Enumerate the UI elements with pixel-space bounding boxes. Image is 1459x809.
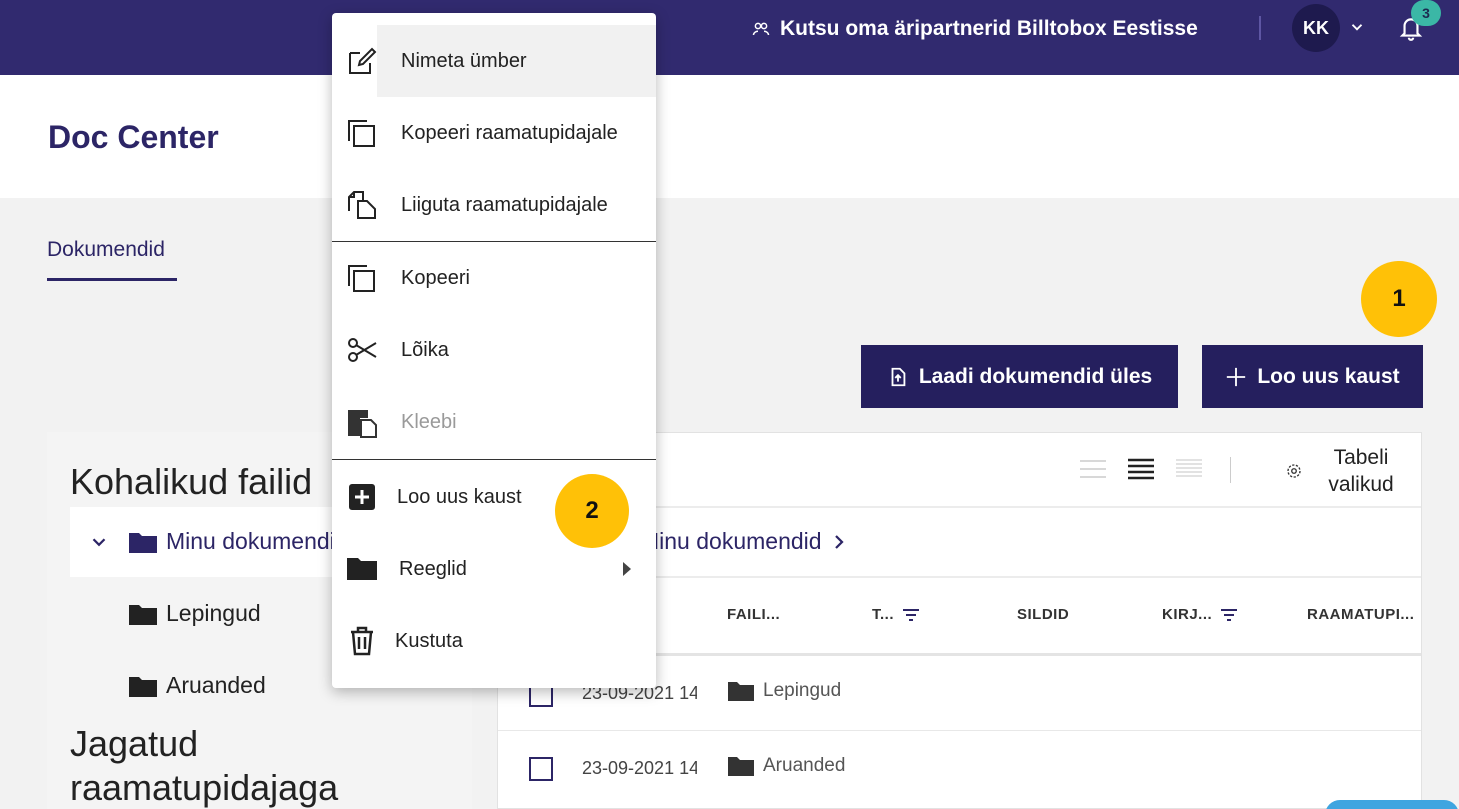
chat-widget[interactable] (1325, 800, 1459, 809)
filter-icon[interactable] (902, 608, 920, 622)
scissors-icon (348, 338, 377, 362)
breadcrumb-current[interactable]: Minu dokumendid (640, 528, 822, 555)
menu-item-label: Loo uus kaust (397, 485, 522, 508)
list-view-icon[interactable] (1080, 458, 1106, 480)
menu-item-delete[interactable]: Kustuta (332, 605, 656, 677)
step-marker-2: 2 (555, 474, 629, 548)
column-header-accountant[interactable]: RAAMATUPI... (1307, 606, 1414, 623)
menu-item-rename[interactable]: Nimeta ümber (332, 25, 656, 97)
breadcrumb[interactable]: Minu dokumendid (640, 528, 848, 555)
upload-label: Laadi dokumendid üles (918, 364, 1153, 388)
row-filename[interactable]: Lepingud (727, 680, 845, 702)
page-header: Doc Center (0, 75, 1459, 198)
tree-item-label: Aruanded (166, 672, 266, 698)
topbar-divider (1259, 16, 1261, 40)
move-icon (348, 191, 376, 219)
add-box-icon (349, 484, 375, 510)
shared-with-accountant-heading: Jagatud raamatupidajaga (70, 723, 339, 808)
menu-item-label: Nimeta ümber (401, 49, 527, 72)
plus-icon (1227, 367, 1246, 386)
user-avatar[interactable]: KK (1292, 4, 1340, 52)
tree-item-label: Minu dokumendid (166, 528, 348, 554)
table-options-button[interactable]: Tabeli valikud (1285, 444, 1401, 498)
row-filename-label: Aruanded (763, 755, 845, 776)
folder-icon (129, 604, 157, 625)
create-folder-button[interactable]: Loo uus kaust (1202, 345, 1423, 408)
chevron-right-icon (834, 534, 844, 549)
upload-documents-button[interactable]: Laadi dokumendid üles (861, 345, 1178, 408)
filter-icon[interactable] (1220, 608, 1238, 622)
invite-text: Kutsu oma äripartnerid Billtobox Eestiss… (780, 17, 1198, 40)
menu-item-label: Kopeeri raamatupidajale (401, 121, 618, 144)
row-filename-label: Lepingud (763, 680, 842, 701)
tab-documents[interactable]: Dokumendid (47, 238, 165, 262)
edit-icon (349, 47, 377, 74)
tree-item-label: Lepingud (166, 600, 261, 626)
folder-icon (129, 532, 157, 553)
menu-item-copy-to-accountant[interactable]: Kopeeri raamatupidajale (332, 97, 656, 169)
tree-item-my-documents[interactable]: Minu dokumendid (88, 528, 348, 555)
compact-list-view-icon[interactable] (1128, 458, 1154, 480)
top-bar (0, 0, 1459, 75)
column-label: KIRJ... (1162, 606, 1213, 623)
row-divider (498, 730, 1421, 731)
column-label: T... (872, 606, 895, 623)
menu-item-move-to-accountant[interactable]: Liiguta raamatupidajale (332, 169, 656, 241)
toolbar-divider (1230, 457, 1231, 483)
menu-item-label: Lõika (401, 338, 449, 361)
folder-icon (129, 676, 157, 697)
menu-item-copy[interactable]: Kopeeri (332, 242, 656, 314)
column-header-description[interactable]: KIRJ... (1162, 606, 1238, 623)
column-label: FAILI... (727, 606, 781, 623)
menu-item-label: Kopeeri (401, 266, 470, 289)
page-title: Doc Center (48, 119, 219, 155)
column-header-tags[interactable]: SILDID (1017, 606, 1069, 623)
column-header-type[interactable]: T... (872, 606, 920, 623)
menu-item-label: Kustuta (395, 629, 463, 652)
chevron-down-icon[interactable] (1348, 18, 1366, 36)
chevron-down-icon[interactable] (88, 531, 110, 553)
tree-item-contracts[interactable]: Lepingud (128, 600, 261, 627)
create-folder-label: Loo uus kaust (1257, 364, 1400, 388)
row-checkbox[interactable] (529, 757, 553, 781)
tree-item-reports[interactable]: Aruanded (128, 672, 266, 699)
local-files-heading: Kohalikud failid (70, 461, 313, 502)
menu-item-label: Kleebi (401, 410, 457, 433)
column-header-filename[interactable]: FAILI... (727, 606, 780, 623)
folder-icon (728, 757, 754, 776)
copy-icon (348, 120, 375, 147)
menu-item-paste[interactable]: Kleebi (332, 386, 656, 458)
menu-separator (332, 459, 656, 460)
row-filename[interactable]: Aruanded (727, 755, 845, 777)
caret-right-icon (623, 562, 631, 576)
column-label: RAAMATUPI... (1307, 606, 1415, 623)
invite-partners-link[interactable]: Kutsu oma äripartnerid Billtobox Eestiss… (752, 14, 1198, 44)
row-date: 23-09-2021 14 (582, 758, 697, 778)
column-label: SILDID (1017, 606, 1070, 623)
trash-icon (351, 626, 373, 656)
folder-icon (347, 558, 377, 580)
menu-item-label: Reeglid (399, 557, 467, 580)
step-marker-1: 1 (1361, 261, 1437, 337)
people-icon (752, 22, 770, 36)
notification-badge: 3 (1411, 0, 1441, 26)
upload-file-icon (891, 367, 906, 386)
paste-icon (348, 410, 377, 438)
menu-item-cut[interactable]: Lõika (332, 314, 656, 386)
table-options-label: Tabeli valikud (1328, 446, 1394, 496)
active-tab-indicator (47, 278, 177, 281)
copy-icon (348, 265, 375, 292)
menu-item-label: Liiguta raamatupidajale (401, 193, 608, 216)
dense-list-view-icon[interactable] (1176, 458, 1202, 480)
folder-icon (728, 682, 754, 701)
gear-icon (1287, 464, 1301, 478)
